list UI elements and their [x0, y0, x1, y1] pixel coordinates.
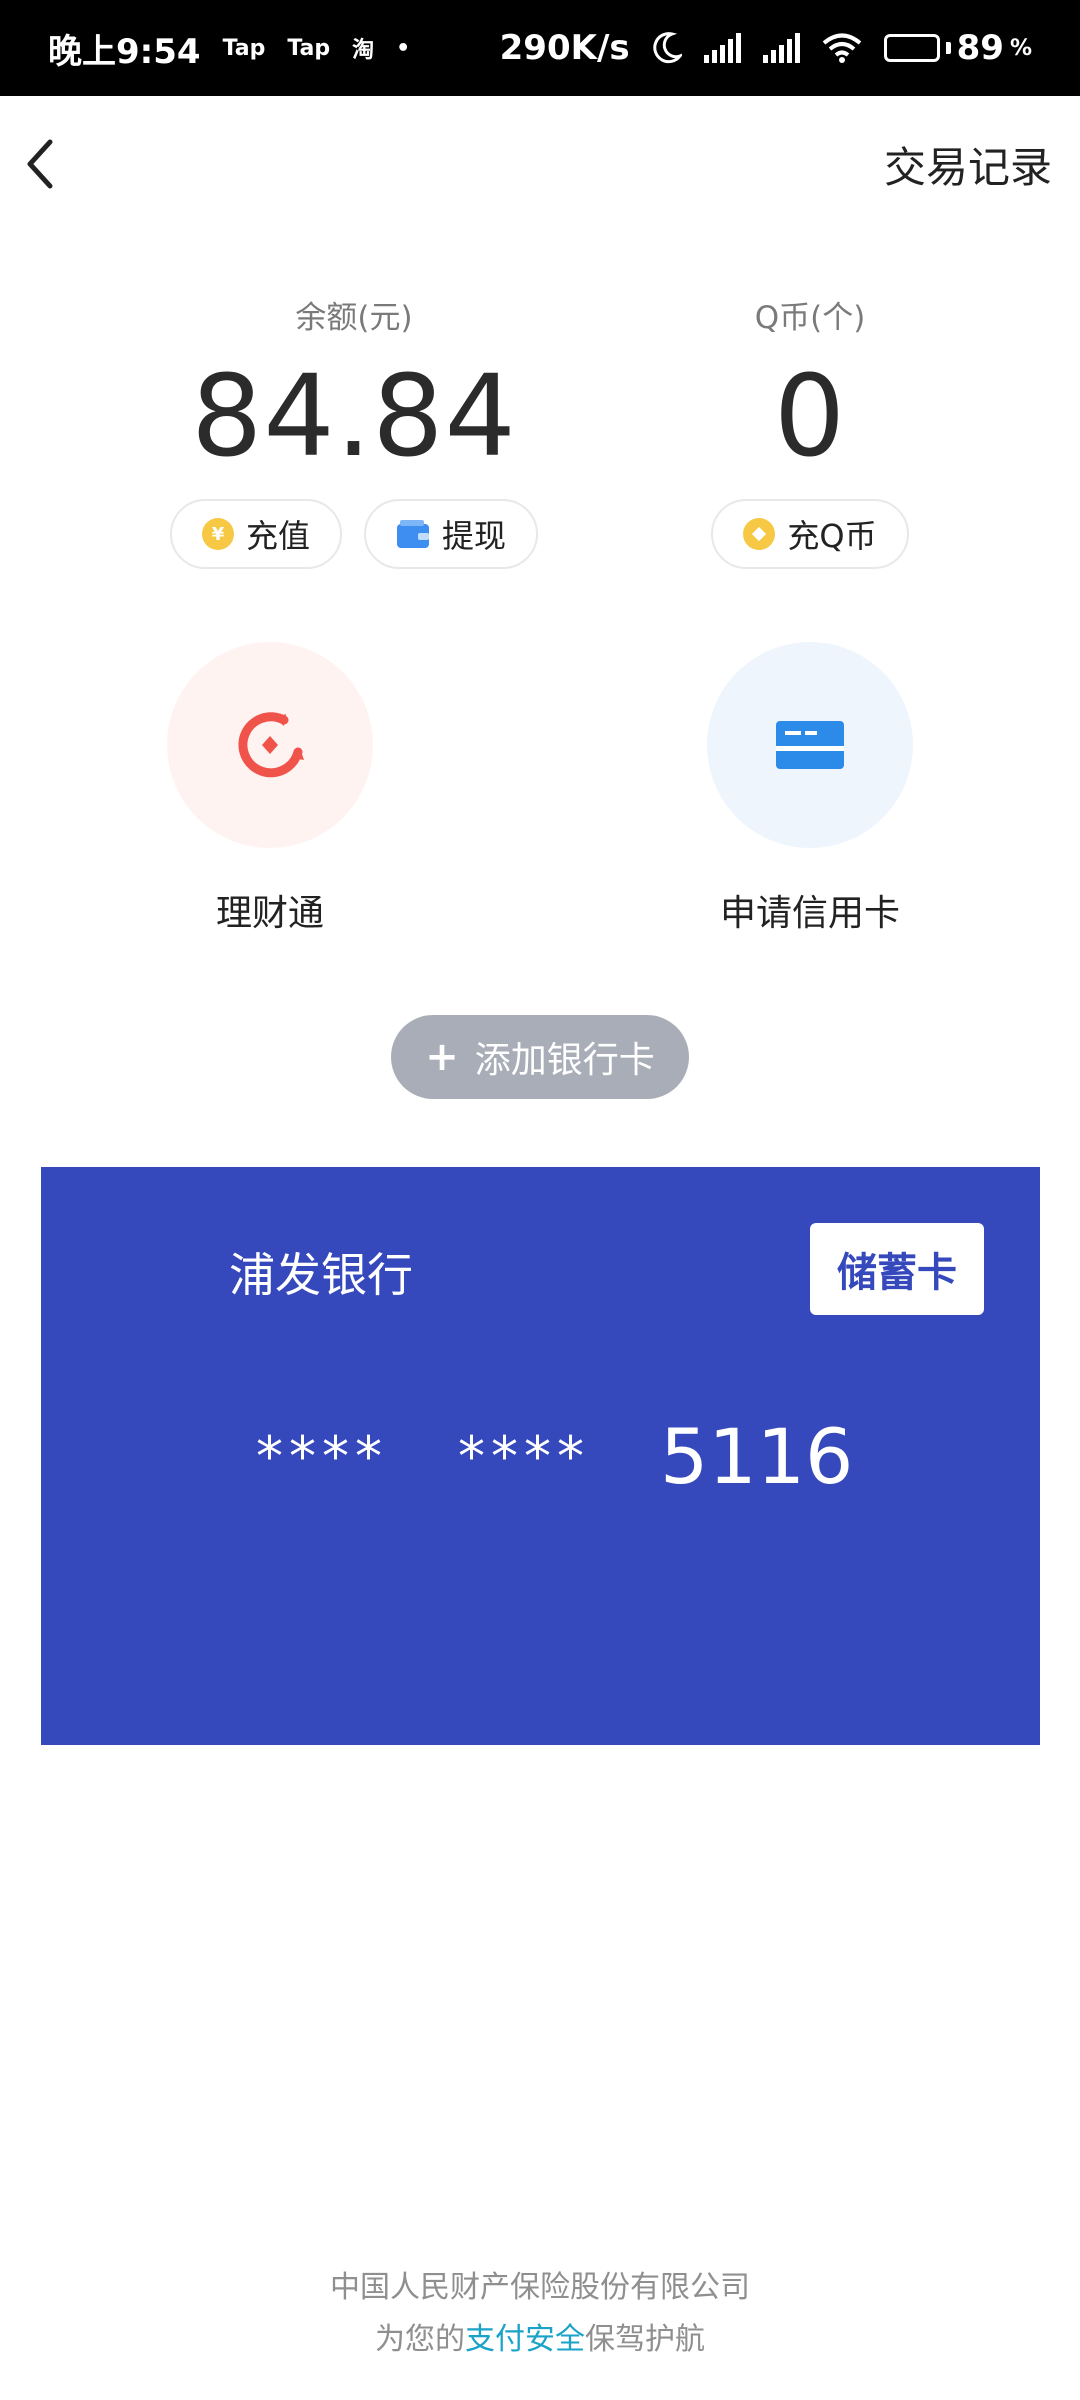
- qcoin-icon: [743, 518, 776, 550]
- footer-suffix: 保驾护航: [585, 2322, 705, 2357]
- card-type-badge: 储蓄卡: [810, 1223, 984, 1315]
- add-bank-card-label: 添加银行卡: [474, 1040, 655, 1081]
- status-bar: 晚上9:54 Tap Tap 淘 • 290K/s 89%: [0, 0, 1080, 96]
- footer-company: 中国人民财产保险股份有限公司: [330, 2270, 750, 2305]
- signal-icon: [703, 33, 741, 63]
- recharge-qcoin-label: 充Q币: [787, 517, 877, 555]
- licaitong-circle[interactable]: [167, 642, 373, 848]
- wifi-icon: [822, 33, 861, 63]
- wallet-icon: [397, 520, 429, 548]
- balance-label: 余额(元): [295, 300, 413, 336]
- recharge-qcoin-button[interactable]: 充Q币: [711, 499, 909, 569]
- status-time: 晚上9:54: [48, 31, 201, 72]
- withdraw-label: 提现: [442, 517, 507, 555]
- card-number: **** **** 5116: [256, 1412, 853, 1501]
- battery-unit: %: [1009, 35, 1032, 61]
- qcoin-actions: 充Q币: [660, 499, 960, 569]
- notif-tap-2: Tap: [287, 35, 331, 61]
- withdraw-button[interactable]: 提现: [364, 499, 539, 569]
- qcoin-value: 0: [773, 352, 847, 482]
- notif-dot: •: [396, 35, 411, 61]
- balance-actions: ¥ 充值 提现: [164, 499, 544, 569]
- licaitong-label: 理财通: [215, 893, 324, 934]
- footer-tagline: 为您的支付安全保驾护航: [0, 2314, 1080, 2366]
- notif-taobao: 淘: [352, 38, 375, 63]
- licaitong-icon: [238, 712, 304, 778]
- plus-icon: +: [425, 1034, 459, 1080]
- bank-card[interactable]: 浦发银行 储蓄卡 **** **** 5116: [41, 1167, 1040, 1745]
- notif-tap-1: Tap: [222, 35, 266, 61]
- moon-icon: [652, 32, 682, 64]
- balance-value: 84.84: [191, 352, 517, 482]
- page-header: 交易记录: [0, 96, 1080, 232]
- battery-level: 89: [956, 28, 1004, 68]
- qcoin-label: Q币(个): [754, 300, 866, 336]
- status-left: 晚上9:54 Tap Tap 淘 •: [48, 24, 410, 73]
- transaction-records-link[interactable]: 交易记录: [884, 134, 1052, 195]
- recharge-button[interactable]: ¥ 充值: [169, 499, 342, 569]
- battery-icon: [883, 34, 940, 62]
- insurance-footer: 中国人民财产保险股份有限公司 为您的支付安全保驾护航: [0, 2262, 1080, 2366]
- service-licaitong[interactable]: 理财通: [120, 642, 420, 936]
- add-bank-card-button[interactable]: + 添加银行卡: [391, 1015, 689, 1099]
- back-arrow-icon[interactable]: [18, 134, 62, 194]
- credit-card-icon: [776, 721, 844, 769]
- card-last4: 5116: [660, 1412, 854, 1501]
- yuan-coin-icon: ¥: [201, 518, 234, 550]
- card-mask-1: ****: [256, 1425, 388, 1488]
- status-right: 290K/s 89%: [500, 28, 1032, 68]
- footer-prefix: 为您的: [375, 2322, 465, 2357]
- recharge-label: 充值: [245, 517, 310, 555]
- card-mask-2: ****: [458, 1425, 590, 1488]
- net-speed: 290K/s: [499, 28, 630, 68]
- payment-security-link[interactable]: 支付安全: [465, 2322, 585, 2357]
- battery-indicator: 89%: [883, 28, 1032, 68]
- service-credit-card[interactable]: 申请信用卡: [660, 642, 960, 936]
- bank-name: 浦发银行: [229, 1248, 413, 1302]
- qcoin-section: Q币(个) 0 充Q币: [660, 292, 960, 569]
- credit-card-circle[interactable]: [707, 642, 913, 848]
- balance-section: 余额(元) 84.84 ¥ 充值 提现: [164, 292, 544, 569]
- credit-card-label: 申请信用卡: [719, 893, 900, 934]
- signal-icon-2: [762, 33, 800, 63]
